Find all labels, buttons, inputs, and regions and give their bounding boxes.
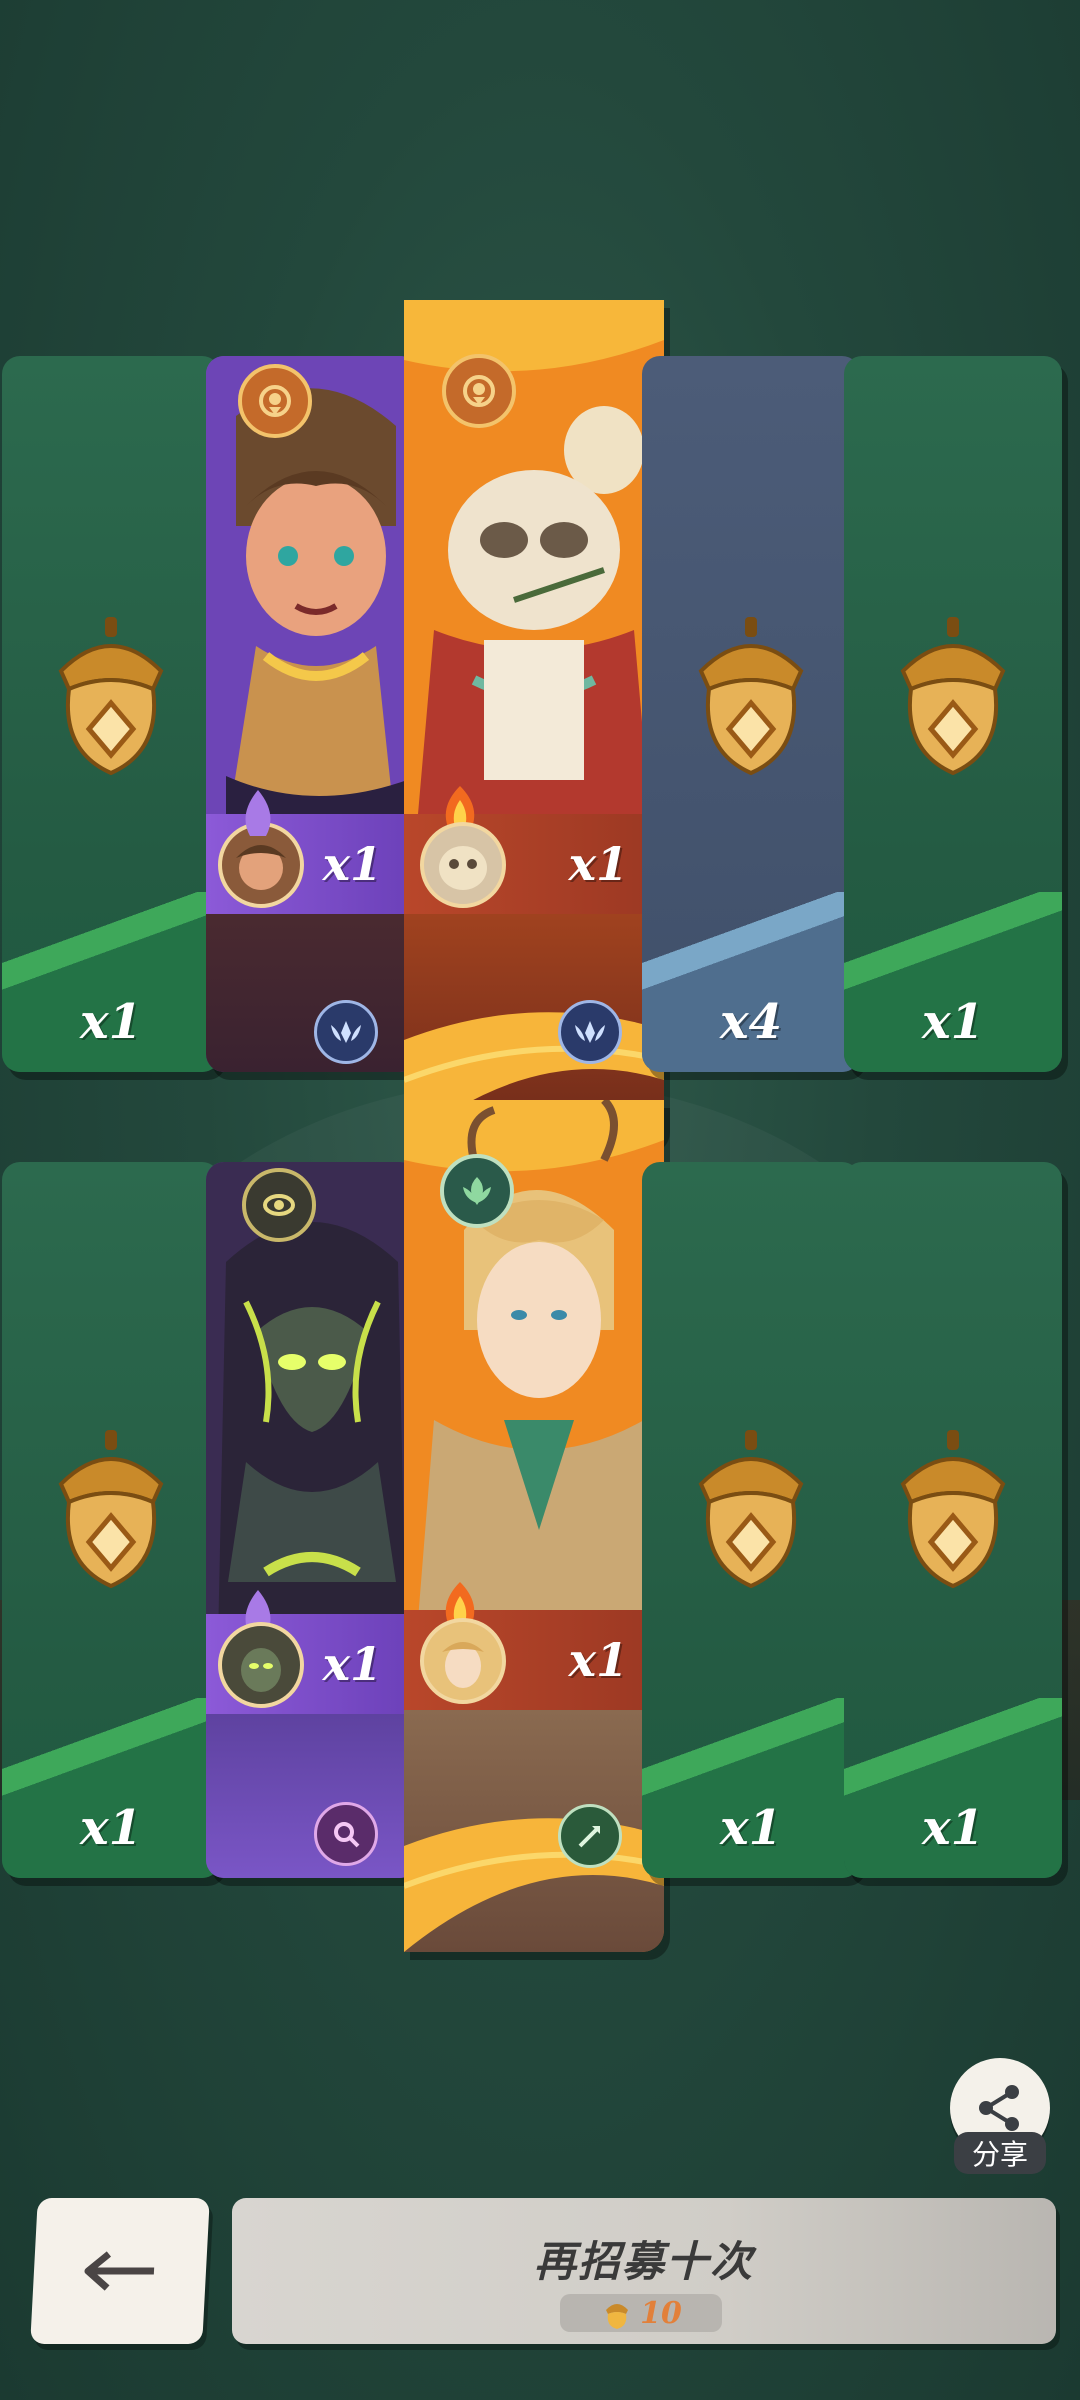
card-count: x1 (568, 837, 628, 891)
reward-card-acorn[interactable]: x1 (2, 356, 220, 1072)
sun-emblem-icon (238, 364, 312, 438)
acorn-icon (58, 1430, 164, 1589)
reward-card-acorn[interactable]: x4 (642, 356, 860, 1072)
card-count: x1 (921, 1800, 984, 1856)
recruit-cost: 10 (560, 2294, 722, 2332)
reward-card-acorn[interactable]: x1 (844, 356, 1062, 1072)
acorn-icon (900, 1430, 1006, 1589)
card-count: x1 (568, 1633, 628, 1687)
card-count: x1 (719, 1800, 782, 1856)
reward-card-acorn[interactable]: x1 (2, 1162, 220, 1878)
acorn-icon (58, 617, 164, 776)
recruit-button-label: 再招募十次 (533, 2237, 754, 2286)
arrow-left-icon (84, 2251, 155, 2291)
banner-ribbon (404, 1818, 664, 1952)
hero-lower-art (206, 1714, 418, 1878)
hero-avatar (218, 1622, 304, 1708)
share-icon (979, 2085, 1019, 2131)
reward-card-hero-legendary[interactable]: x1 (404, 1100, 664, 1952)
hero-avatar (420, 1618, 506, 1704)
acorn-icon (698, 1430, 804, 1589)
card-count: x1 (322, 837, 382, 891)
back-button[interactable] (30, 2198, 210, 2344)
card-count: x1 (79, 994, 142, 1050)
hero-portrait (206, 356, 418, 836)
hero-portrait (206, 1162, 418, 1642)
reward-card-acorn[interactable]: x1 (844, 1162, 1062, 1878)
leaf-emblem-icon (440, 1154, 514, 1228)
sun-emblem-icon (442, 354, 516, 428)
acorn-icon (698, 617, 804, 776)
reward-card-hero[interactable]: x1 (206, 1162, 418, 1878)
acorn-icon (900, 617, 1006, 776)
reward-card-hero-legendary[interactable]: x1 (404, 300, 664, 1146)
recruit-cost-value: 10 (640, 2295, 682, 2331)
card-count: x4 (719, 994, 782, 1050)
wings-icon (314, 1000, 378, 1064)
card-count: x1 (79, 1800, 142, 1856)
arrow-icon (558, 1804, 622, 1868)
magic-icon (314, 1802, 378, 1866)
hero-avatar (420, 822, 506, 908)
hero-lower-art (206, 914, 418, 1072)
golden-acorn-icon (606, 2304, 629, 2329)
purple-flame-icon (245, 790, 271, 836)
card-count: x1 (322, 1637, 382, 1691)
eye-emblem-icon (242, 1168, 316, 1242)
recruit-ten-again-button[interactable]: 再招募十次 10 (232, 2198, 1056, 2344)
reward-card-hero[interactable]: x1 (206, 356, 418, 1072)
reward-card-acorn[interactable]: x1 (642, 1162, 860, 1878)
share-label[interactable]: 分享 (954, 2132, 1046, 2174)
card-count: x1 (921, 994, 984, 1050)
wings-icon (558, 1000, 622, 1064)
